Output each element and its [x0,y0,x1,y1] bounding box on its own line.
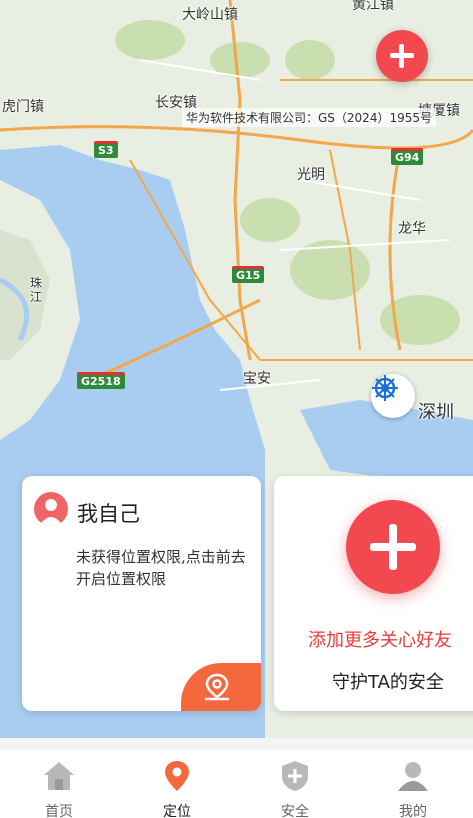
app-root: 大岭山镇 黄江镇 虎门镇 长安镇 塘厦镇 华为软件技术有限公司：GS（2024）… [0,0,473,818]
map-label-guangming: 光明 [297,167,325,183]
location-pin-icon [204,673,230,701]
tab-locate-label: 定位 [163,804,191,818]
divider [0,738,473,748]
permission-message[interactable]: 未获得位置权限,点击前去开启位置权限 [76,546,251,590]
compass-icon [372,375,398,401]
person-icon [39,499,63,526]
map-label-baoan: 宝安 [243,371,271,387]
road-badge-g2518: G2518 [77,372,125,389]
tab-mine[interactable]: 我的 [354,749,472,818]
map-label-shenzhen: 深圳 [418,402,454,423]
location-pin-icon [165,761,189,791]
compass-button[interactable] [371,374,415,418]
map-copyright: 华为软件技术有限公司：GS（2024）1955号 [182,108,436,127]
add-friend-title: 添加更多关心好友 [308,630,452,651]
location-button[interactable] [181,663,261,711]
road-badge-g94: G94 [391,148,424,165]
add-friend-button[interactable] [346,500,440,594]
person-icon [398,762,428,791]
map-label-dalingshan: 大岭山镇 [182,7,238,23]
bottom-tab-bar: 首页 定位 安全 我的 [0,748,473,818]
tab-mine-label: 我的 [399,804,427,818]
self-card[interactable]: 我自己 未获得位置权限,点击前去开启位置权限 [22,476,261,711]
tab-home[interactable]: 首页 [0,749,118,818]
tab-safety-label: 安全 [281,804,309,818]
road-badge-s3: S3 [94,141,118,158]
map-label-top-right: 黄江镇 [352,0,394,13]
tab-locate[interactable]: 定位 [118,749,236,818]
add-friend-fab[interactable] [376,30,428,82]
map-label-humen: 虎门镇 [2,99,44,115]
tab-safety[interactable]: 安全 [236,749,354,818]
avatar [34,492,68,526]
add-friend-card[interactable]: 添加更多关心好友 守护TA的安全 [274,476,473,711]
self-name: 我自己 [77,502,140,526]
shield-icon [282,761,308,791]
add-friend-subtitle: 守护TA的安全 [332,672,444,693]
road-badge-g15: G15 [232,266,265,283]
map-label-zhujiang: 珠 江 [30,276,43,304]
map-label-longhua: 龙华 [398,221,426,237]
home-icon [44,762,74,790]
tab-home-label: 首页 [45,804,73,818]
